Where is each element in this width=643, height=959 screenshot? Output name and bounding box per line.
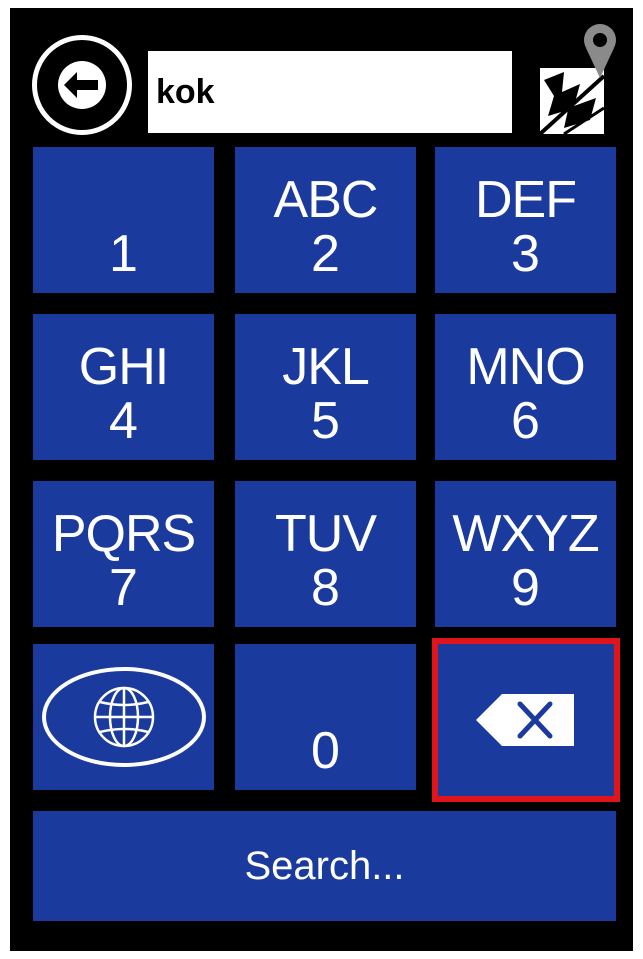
key-4-digit: 4 — [109, 392, 138, 450]
key-7-digit: 7 — [109, 559, 138, 617]
backspace-icon — [476, 694, 574, 746]
map-pin-icon — [538, 24, 616, 136]
key-1-digit: 1 — [109, 225, 138, 283]
search-button-label: Search... — [244, 843, 405, 888]
key-2-letters: ABC — [273, 171, 379, 229]
key-3[interactable]: DEF 3 — [435, 147, 616, 293]
keypad-screen: 1 ABC 2 DEF 3 GHI 4 JKL 5 MNO 6 PQRS 7 T… — [10, 8, 633, 951]
key-5-digit: 5 — [311, 392, 340, 450]
backspace-button[interactable] — [432, 638, 620, 802]
key-0[interactable]: 0 — [235, 644, 416, 790]
search-input[interactable] — [148, 51, 512, 133]
key-4[interactable]: GHI 4 — [33, 314, 214, 460]
key-4-letters: GHI — [78, 338, 169, 396]
key-0-digit: 0 — [311, 722, 340, 780]
key-6[interactable]: MNO 6 — [435, 314, 616, 460]
key-8-digit: 8 — [311, 559, 340, 617]
key-3-digit: 3 — [511, 225, 540, 283]
key-8[interactable]: TUV 8 — [235, 481, 416, 627]
globe-icon — [93, 686, 154, 748]
key-9-letters: WXYZ — [452, 505, 599, 563]
key-9-digit: 9 — [511, 559, 540, 617]
language-oval — [41, 667, 206, 767]
back-arrow-icon — [58, 61, 106, 109]
search-button[interactable]: Search... — [33, 811, 616, 921]
key-7[interactable]: PQRS 7 — [33, 481, 214, 627]
key-7-letters: PQRS — [51, 505, 196, 563]
key-8-letters: TUV — [275, 505, 377, 563]
key-6-digit: 6 — [511, 392, 540, 450]
key-9[interactable]: WXYZ 9 — [435, 481, 616, 627]
key-5-letters: JKL — [282, 338, 370, 396]
key-3-letters: DEF — [475, 171, 577, 229]
key-2-digit: 2 — [311, 225, 340, 283]
map-button[interactable] — [534, 20, 624, 138]
key-2[interactable]: ABC 2 — [235, 147, 416, 293]
back-button[interactable] — [32, 35, 132, 135]
key-1[interactable]: 1 — [33, 147, 214, 293]
language-button[interactable] — [33, 644, 214, 790]
key-5[interactable]: JKL 5 — [235, 314, 416, 460]
key-6-letters: MNO — [466, 338, 585, 396]
